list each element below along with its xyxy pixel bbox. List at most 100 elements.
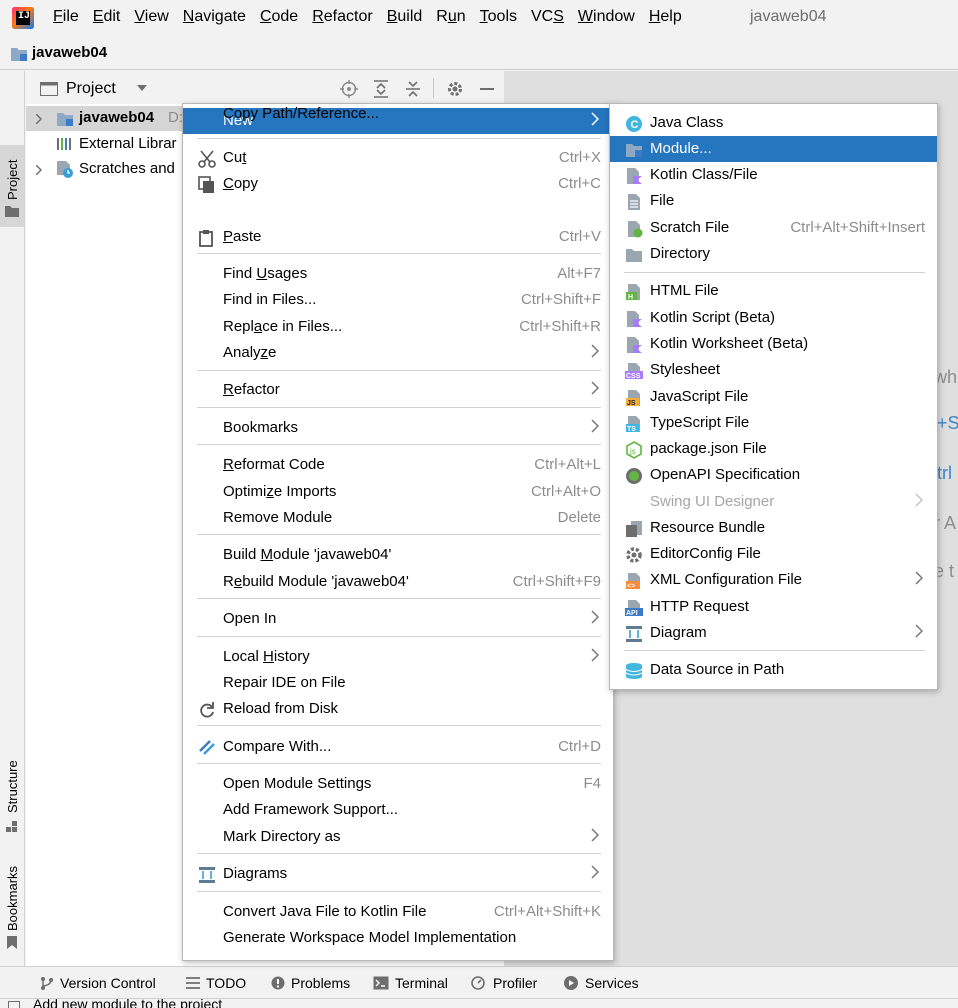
new-menu-item-typescript-file[interactable]: TS TypeScript File — [610, 410, 937, 436]
context-menu-item-copy[interactable]: Copy Ctrl+C — [183, 171, 613, 197]
context-menu-item-replace-in-files[interactable]: Replace in Files... Ctrl+Shift+R — [183, 314, 613, 340]
context-menu-item-bookmarks[interactable]: Bookmarks — [183, 415, 613, 441]
new-menu-item-editorconfig-file[interactable]: EditorConfig File — [610, 541, 937, 567]
context-menu-item-rebuild-module-javaweb04[interactable]: Rebuild Module 'javaweb04' Ctrl+Shift+F9 — [183, 569, 613, 595]
project-tool-button[interactable]: Project — [0, 145, 24, 227]
menu-tools[interactable]: Tools — [480, 8, 517, 26]
bookmarks-tool-button[interactable]: Bookmarks — [0, 856, 24, 956]
context-menu-item-add-framework-support[interactable]: Add Framework Support... — [183, 797, 613, 823]
context-menu-item-diagrams[interactable]: Diagrams — [183, 861, 613, 887]
expand-all-icon[interactable] — [373, 80, 389, 98]
context-menu-item-find-usages[interactable]: Find Usages Alt+F7 — [183, 261, 613, 287]
menu-run[interactable]: Run — [436, 8, 465, 26]
context-menu-item-open-module-settings[interactable]: Open Module Settings F4 — [183, 771, 613, 797]
version-control-button[interactable]: Version Control — [40, 975, 156, 991]
minimize-icon[interactable] — [480, 88, 494, 90]
menu-window[interactable]: Window — [578, 8, 635, 26]
chevron-right-icon[interactable] — [36, 114, 42, 124]
svg-text:js: js — [629, 447, 636, 456]
problems-icon — [271, 976, 285, 990]
new-menu-item-kotlin-class-file[interactable]: Kotlin Class/File — [610, 162, 937, 188]
context-menu-item-analyze[interactable]: Analyze — [183, 340, 613, 366]
context-menu-item-paste[interactable]: Paste Ctrl+V — [183, 224, 613, 250]
terminal-button[interactable]: Terminal — [373, 975, 448, 991]
intellij-logo-icon[interactable]: IJ — [12, 7, 34, 29]
new-menu-item-stylesheet[interactable]: CSS Stylesheet — [610, 357, 937, 383]
context-menu-item-local-history[interactable]: Local History — [183, 644, 613, 670]
locate-icon[interactable] — [340, 80, 358, 98]
gear-icon[interactable] — [447, 81, 463, 97]
context-menu-item-reload-from-disk[interactable]: Reload from Disk — [183, 696, 613, 722]
problems-button[interactable]: Problems — [271, 975, 350, 991]
profiler-button[interactable]: Profiler — [471, 975, 537, 991]
context-menu-item-copy-path-reference[interactable]: Copy Path/Reference... — [183, 101, 613, 127]
new-menu-item-kotlin-script-beta[interactable]: Kotlin Script (Beta) — [610, 305, 937, 331]
xml-icon: <> — [625, 572, 643, 590]
context-menu-item-reformat-code[interactable]: Reformat Code Ctrl+Alt+L — [183, 452, 613, 478]
label-pre: Bookmarks — [223, 419, 299, 436]
menu-build[interactable]: Build — [387, 8, 423, 26]
new-menu-label: Scratch File — [650, 219, 730, 236]
profiler-icon — [471, 976, 485, 990]
context-menu-item-open-in[interactable]: Open In — [183, 606, 613, 632]
folder-icon — [5, 206, 19, 217]
new-menu-label: TypeScript File — [650, 414, 750, 431]
new-menu-item-html-file[interactable]: H HTML File — [610, 278, 937, 304]
context-menu-item-refactor[interactable]: Refactor — [183, 377, 613, 403]
services-button[interactable]: Services — [563, 975, 639, 991]
new-menu-item-scratch-file[interactable]: Scratch File Ctrl+Alt+Shift+Insert — [610, 215, 937, 241]
context-menu-item-optimize-imports[interactable]: Optimize Imports Ctrl+Alt+O — [183, 479, 613, 505]
new-menu-item-file[interactable]: File — [610, 188, 937, 214]
new-menu-item-resource-bundle[interactable]: Resource Bundle — [610, 515, 937, 541]
new-menu-item-java-class[interactable]: C Java Class — [610, 110, 937, 136]
menu-code[interactable]: Code — [260, 8, 298, 26]
chevron-right-icon[interactable] — [36, 165, 42, 175]
new-menu-item-xml-configuration-file[interactable]: <> XML Configuration File — [610, 567, 937, 593]
problems-label: Problems — [291, 975, 351, 991]
label-mnemonic: P — [223, 228, 234, 245]
new-menu-item-data-source-in-path[interactable]: Data Source in Path — [610, 657, 937, 683]
new-menu-item-module[interactable]: Module... — [610, 136, 937, 162]
new-menu-item-http-request[interactable]: API HTTP Request — [610, 594, 937, 620]
api-icon: API — [625, 599, 643, 617]
chevron-right-icon — [591, 419, 600, 436]
new-menu-item-openapi-specification[interactable]: OpenAPI Specification — [610, 462, 937, 488]
label-pre: Compare With... — [223, 738, 332, 755]
context-menu-item-generate-workspace-model-implementation[interactable]: Generate Workspace Model Implementation — [183, 925, 613, 951]
menu-view[interactable]: View — [134, 8, 168, 26]
new-menu-item-package-json-file[interactable]: js package.json File — [610, 436, 937, 462]
status-toggle-icon[interactable] — [8, 1001, 20, 1008]
tree-scratches-label: Scratches and — [79, 160, 175, 177]
new-menu-item-directory[interactable]: Directory — [610, 241, 937, 267]
context-menu-label: Generate Workspace Model Implementation — [223, 929, 516, 946]
collapse-all-icon[interactable] — [405, 80, 421, 98]
context-menu-item-build-module-javaweb04[interactable]: Build Module 'javaweb04' — [183, 542, 613, 568]
menu-refactor[interactable]: Refactor — [312, 8, 372, 26]
menu-navigate[interactable]: Navigate — [183, 8, 246, 26]
context-menu-item-repair-ide-on-file[interactable]: Repair IDE on File — [183, 670, 613, 696]
menu-separator — [197, 853, 601, 854]
chevron-down-icon[interactable] — [137, 85, 147, 91]
breadcrumb-project[interactable]: javaweb04 — [32, 44, 107, 61]
context-menu-label: Cut — [223, 149, 246, 166]
new-menu-item-javascript-file[interactable]: JS JavaScript File — [610, 384, 937, 410]
menu-separator — [197, 370, 601, 371]
context-menu-item-remove-module[interactable]: Remove Module Delete — [183, 505, 613, 531]
label-mnemonic: t — [242, 149, 247, 166]
context-menu-label: Reformat Code — [223, 456, 325, 473]
context-menu-item-mark-directory-as[interactable]: Mark Directory as — [183, 824, 613, 850]
new-menu-item-kotlin-worksheet-beta[interactable]: Kotlin Worksheet (Beta) — [610, 331, 937, 357]
menu-mnemonic: R — [312, 8, 324, 25]
menu-file[interactable]: File — [53, 8, 79, 26]
new-menu-item-diagram[interactable]: Diagram — [610, 620, 937, 646]
menu-edit[interactable]: Edit — [93, 8, 121, 26]
context-menu-item-cut[interactable]: Cut Ctrl+X — [183, 145, 613, 171]
context-menu-item-compare-with[interactable]: Compare With... Ctrl+D — [183, 734, 613, 760]
structure-tool-label: Structure — [5, 760, 20, 813]
todo-button[interactable]: TODO — [186, 975, 246, 991]
menu-help[interactable]: Help — [649, 8, 682, 26]
context-menu-item-convert-java-file-to-kotlin-file[interactable]: Convert Java File to Kotlin File Ctrl+Alt… — [183, 899, 613, 925]
context-menu-item-find-in-files[interactable]: Find in Files... Ctrl+Shift+F — [183, 287, 613, 313]
menu-vcs[interactable]: VCS — [531, 8, 564, 26]
structure-tool-button[interactable]: Structure — [0, 751, 24, 841]
